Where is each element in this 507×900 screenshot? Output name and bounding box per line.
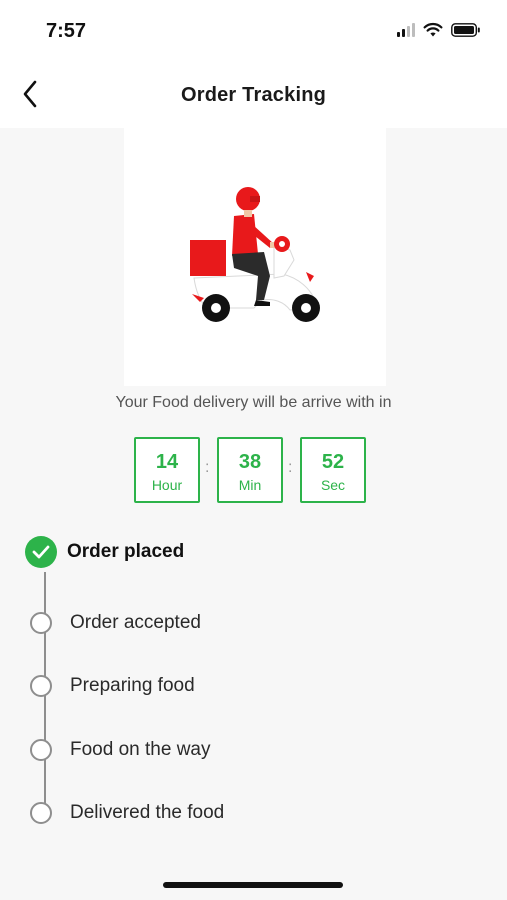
check-circle-icon (25, 536, 57, 568)
step-label: Order placed (67, 541, 185, 562)
seconds-box: 52 Sec (300, 437, 366, 503)
delivery-illustration (124, 128, 386, 386)
step-label: Preparing food (70, 675, 195, 696)
arrival-message: Your Food delivery will be arrive with i… (115, 394, 392, 411)
status-bar: 7:57 (0, 0, 507, 62)
battery-icon (451, 22, 480, 37)
status-time: 7:57 (46, 20, 87, 42)
order-tracking-screen: 7:57 Order Tracking Your Food delivery w… (0, 0, 507, 900)
seconds-value: 52 (321, 451, 345, 473)
home-indicator[interactable] (163, 882, 343, 888)
pending-circle-icon (30, 802, 52, 824)
step-delivered: Delivered the food (30, 796, 224, 830)
step-label: Delivered the food (70, 802, 225, 823)
status-icons (397, 22, 481, 37)
pending-circle-icon (30, 675, 52, 697)
step-food-on-the-way: Food on the way (30, 733, 210, 767)
countdown-timer: 14 Hour : 38 Min : 52 Sec (0, 437, 507, 503)
pending-circle-icon (30, 739, 52, 761)
hours-unit: Hour (151, 477, 183, 493)
page-title: Order Tracking (180, 84, 327, 106)
wifi-icon (423, 22, 443, 37)
hours-value: 14 (155, 451, 179, 473)
step-order-placed: Order placed (25, 535, 185, 569)
minutes-unit: Min (238, 477, 262, 493)
step-order-accepted: Order accepted (30, 606, 201, 640)
seconds-unit: Sec (320, 477, 346, 493)
scooter-rider-illustration (190, 187, 320, 322)
hours-box: 14 Hour (134, 437, 200, 503)
app-header: Order Tracking (0, 62, 507, 128)
minutes-value: 38 (238, 451, 262, 473)
time-separator: : (205, 459, 210, 476)
pending-circle-icon (30, 612, 52, 634)
time-separator: : (288, 459, 293, 476)
step-label: Order accepted (70, 612, 201, 633)
step-label: Food on the way (70, 739, 211, 760)
cellular-signal-icon (397, 22, 415, 37)
minutes-box: 38 Min (217, 437, 283, 503)
step-preparing-food: Preparing food (30, 669, 195, 703)
